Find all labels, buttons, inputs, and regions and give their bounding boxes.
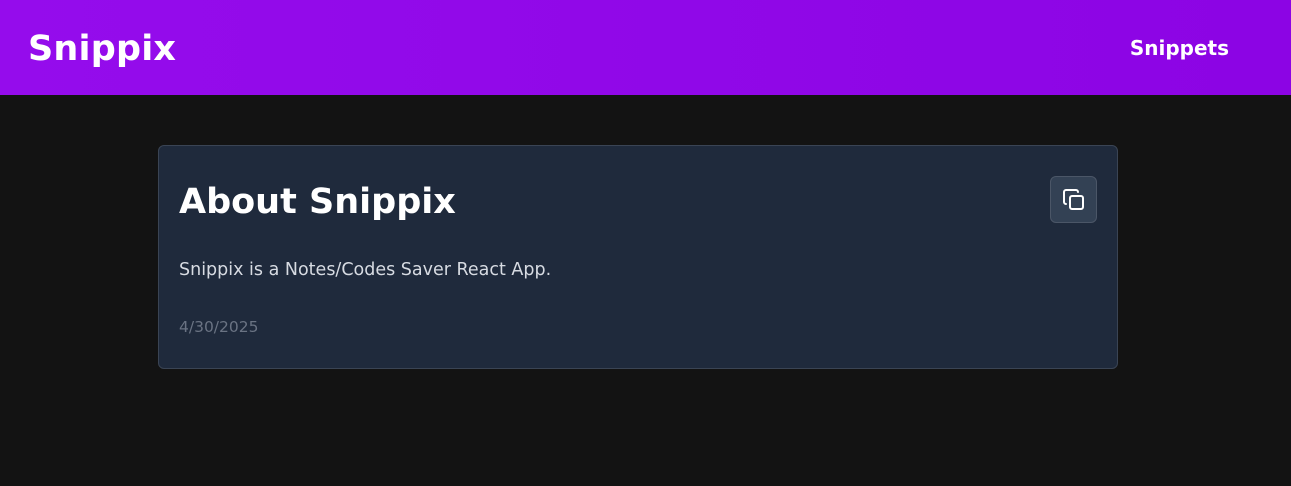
nav-link-snippets[interactable]: Snippets	[1130, 34, 1229, 62]
copy-icon	[1062, 188, 1086, 212]
snippet-date: 4/30/2025	[179, 318, 259, 336]
navbar: Snippix Snippets	[0, 0, 1291, 95]
snippet-title: About Snippix	[179, 182, 456, 222]
snippet-card: About Snippix Snippix is a Notes/Codes S…	[158, 145, 1118, 369]
brand-logo[interactable]: Snippix	[28, 28, 176, 70]
copy-button[interactable]	[1050, 176, 1097, 223]
snippet-content: Snippix is a Notes/Codes Saver React App…	[179, 260, 552, 280]
